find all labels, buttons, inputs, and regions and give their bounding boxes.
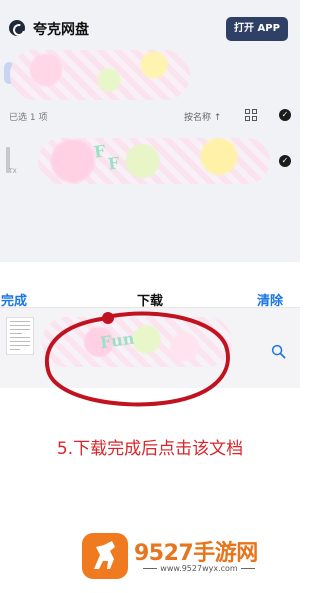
horse-logo-icon: [82, 533, 128, 579]
obscuring-sticker: F F: [38, 138, 270, 184]
file-row-tag: TX: [9, 168, 17, 175]
brand-url-text: www.9527wyx.com: [160, 564, 238, 573]
grid-view-icon[interactable]: [245, 109, 257, 121]
quark-logo-icon: [9, 20, 25, 36]
select-all-checkmark-icon[interactable]: ✓: [279, 109, 291, 121]
document-thumbnail-icon: [6, 317, 34, 355]
open-app-button[interactable]: 打开 APP: [226, 17, 288, 41]
download-sheet-header: 完成 下载 清除: [0, 262, 300, 312]
sort-by-name-button[interactable]: 按名称 ↑: [184, 110, 221, 123]
site-watermark: 9527手游网 www.9527wyx.com: [82, 533, 272, 583]
obscuring-sticker: [10, 50, 190, 100]
brand-name: 9527手游网: [134, 541, 258, 566]
red-circle-annotation: [44, 311, 230, 407]
search-icon[interactable]: [271, 344, 286, 359]
brand-url: www.9527wyx.com: [134, 564, 264, 573]
file-selected-checkmark-icon[interactable]: ✓: [279, 155, 291, 167]
selected-count-label: 已选 1 项: [9, 113, 48, 123]
instruction-text: 5.下载完成后点击该文档: [56, 439, 244, 459]
file-browser-screen: 夸克网盘 打开 APP 已选 1 项 按名称 ↑ ✓ TX F F ✓: [0, 0, 300, 262]
app-header: 夸克网盘 打开 APP: [0, 0, 300, 52]
app-name: 夸克网盘: [33, 22, 89, 38]
